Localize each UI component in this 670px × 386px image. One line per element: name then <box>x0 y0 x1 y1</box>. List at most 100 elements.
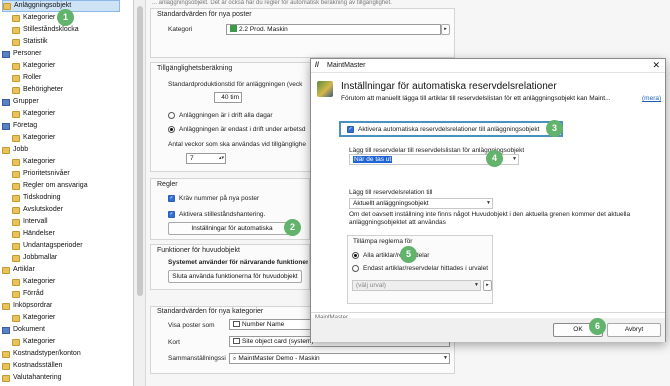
tree-item[interactable]: Jobb <box>2 144 28 156</box>
step-badge-5: 5 <box>400 246 417 263</box>
weeks-stepper[interactable]: 7 ▴▾ <box>186 153 226 164</box>
auto-settings-button[interactable]: Inställningar för automatiska <box>168 222 296 235</box>
hours-field[interactable]: 40 tim <box>214 92 242 103</box>
folder-icon <box>12 194 20 202</box>
chevron-down-icon: ▼ <box>486 200 491 206</box>
folder-icon <box>3 2 11 10</box>
standard-values-title: Standardvärden för nya poster <box>157 11 252 18</box>
tree-item[interactable]: Händelser <box>12 228 55 240</box>
require-number-checkbox[interactable]: ✓ <box>168 195 175 202</box>
availability-title: Tillgänglighetsberäkning <box>157 65 233 72</box>
tree-item[interactable]: Kostnadstyper/konton <box>2 348 81 360</box>
tree-item[interactable]: Valutahantering <box>2 372 62 384</box>
tree-item[interactable]: Undantagsperioder <box>12 240 83 252</box>
tree-item[interactable]: Dokument <box>2 324 45 336</box>
radio-all-days-label: Anläggningen är i drift alla dagar <box>179 112 273 119</box>
tree-item[interactable]: Kategorier <box>12 132 55 144</box>
category-value: 2.2 Prod. Maskin <box>239 26 288 33</box>
tree-item[interactable]: Inköpsordrar <box>2 300 52 312</box>
weeks-value: 7 <box>190 155 194 162</box>
tree-item-label: Regler om ansvariga <box>23 182 88 189</box>
spare-parts-icon <box>317 81 333 97</box>
tree-item[interactable]: Artiklar <box>2 264 35 276</box>
folder-icon <box>12 26 20 34</box>
apply-all-radio[interactable] <box>352 252 359 259</box>
step-badge-6: 6 <box>589 318 606 335</box>
selection-browse-button[interactable]: ▸ <box>483 280 492 291</box>
tree-item[interactable]: Roller <box>12 72 41 84</box>
folder-icon <box>12 218 20 226</box>
category-field[interactable]: 2.2 Prod. Maskin <box>226 24 441 35</box>
tree-item[interactable]: Tidskodning <box>12 192 61 204</box>
tree-scrollbar[interactable] <box>134 0 146 386</box>
radio-workdays[interactable] <box>168 126 175 133</box>
tree-item[interactable]: Företag <box>2 120 37 132</box>
tree-item-label: Valutahantering <box>13 374 62 381</box>
tree-item[interactable]: Intervall <box>12 216 48 228</box>
summary-label: Sammanställningssi <box>168 355 226 362</box>
more-link[interactable]: (mera) <box>642 95 661 102</box>
summary-select[interactable]: ⌕ MaintMaster Demo - Maskin ▼ <box>229 353 450 364</box>
tree-item[interactable]: Förråd <box>12 288 44 300</box>
tree-item[interactable]: Behörigheter <box>12 84 63 96</box>
tree-item[interactable]: Avslutskoder <box>12 204 63 216</box>
stop-main-objects-button[interactable]: Sluta använda funktionerna för huvudobje… <box>168 270 302 283</box>
dialog-heading: Inställningar för automatiska reservdels… <box>341 81 557 92</box>
radio-workdays-label: Anläggningen är endast i drift under arb… <box>179 126 306 133</box>
tree-item-label: Förråd <box>23 290 44 297</box>
tree-item[interactable]: Kategorier <box>12 156 55 168</box>
tree-item[interactable]: Kategorier <box>12 312 55 324</box>
tree-item[interactable]: Kategorier <box>12 12 55 24</box>
relation-select[interactable]: Aktuellt anläggningsobjekt ▼ <box>349 198 493 209</box>
show-posts-value: Number Name <box>242 321 285 328</box>
tree-item[interactable]: Kategorier <box>12 108 55 120</box>
functions-title: Funktioner för huvudobjekt <box>157 247 240 254</box>
tree-item[interactable]: Grupper <box>2 96 39 108</box>
close-icon[interactable]: ✕ <box>652 60 660 71</box>
folder-icon <box>12 290 20 298</box>
person-icon <box>2 50 10 58</box>
relation-value: Aktuellt anläggningsobjekt <box>353 200 429 207</box>
tree-item[interactable]: Statistik <box>12 36 48 48</box>
scrollbar-thumb[interactable] <box>137 6 143 296</box>
tree-item[interactable]: Kategorier <box>12 336 55 348</box>
radio-all-days[interactable] <box>168 112 175 119</box>
tree-item-label: Jobb <box>13 146 29 153</box>
activate-auto-relations-checkbox[interactable]: ✓ <box>347 126 354 133</box>
tree-item[interactable]: Kategorier <box>12 276 55 288</box>
tree-item[interactable]: Personer <box>2 48 41 60</box>
tree-item-label: Roller <box>23 74 42 81</box>
folder-icon <box>12 134 20 142</box>
category-icon <box>230 25 237 32</box>
folder-icon <box>12 110 20 118</box>
folder-icon <box>12 170 20 178</box>
cancel-button[interactable]: Avbryt <box>607 323 661 337</box>
category-browse-button[interactable]: ▸ <box>441 24 450 35</box>
tree-item-label: Kategorier <box>23 14 56 21</box>
tree-item-label: Artiklar <box>13 266 35 273</box>
tree-item-label: Undantagsperioder <box>23 242 83 249</box>
search-icon: ⌕ <box>233 356 237 362</box>
folder-icon <box>2 350 10 358</box>
tree-item-label: Personer <box>13 50 42 57</box>
require-number-label: Kräv nummer på nya poster <box>179 195 260 202</box>
tree-item-label: Prioritetsnivåer <box>23 170 70 177</box>
folder-icon <box>12 62 20 70</box>
tree-item[interactable]: Regler om ansvariga <box>12 180 88 192</box>
tree-item[interactable]: Kostnadsställen <box>2 360 62 372</box>
folder-icon <box>12 338 20 346</box>
maintmaster-logo-icon: // <box>315 62 319 69</box>
tree-item[interactable]: Stilleståndsklocka <box>12 24 79 36</box>
selection-field[interactable]: (välj urval) ▼ <box>352 280 481 291</box>
tree-item-label: Kostnadstyper/konton <box>13 350 81 357</box>
category-defaults-title: Standardvärden för nya kategorier <box>157 308 264 315</box>
show-posts-label: Visa poster som <box>168 322 215 329</box>
tree-item-label: Kostnadsställen <box>13 362 63 369</box>
tree-item[interactable]: Kategorier <box>12 60 55 72</box>
standstill-checkbox[interactable]: ✓ <box>168 211 175 218</box>
chevron-down-icon: ▼ <box>474 282 479 288</box>
tree-item[interactable]: Jobbmallar <box>12 252 57 264</box>
tree-item[interactable]: Prioritetsnivåer <box>12 168 70 180</box>
apply-selection-radio[interactable] <box>352 265 359 272</box>
dialog-body: Inställningar för automatiska reservdels… <box>311 73 665 326</box>
